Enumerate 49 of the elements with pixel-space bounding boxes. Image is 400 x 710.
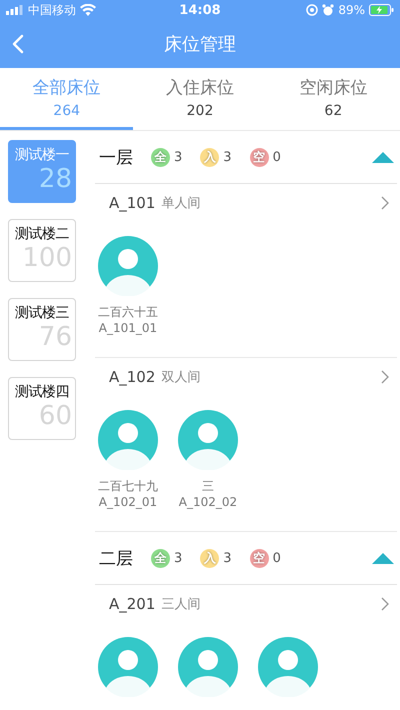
bed-code: A_102_01 [98,495,158,509]
chevron-right-icon[interactable] [381,196,389,210]
stat-count: 0 [272,550,281,566]
resident-name: 二百六十五 [98,304,158,321]
lock-rotation-icon [306,4,318,16]
room-type: 三人间 [161,596,200,612]
page-title: 床位管理 [164,33,236,56]
avatar-icon[interactable] [178,637,238,697]
tab[interactable]: 入住床位 202 [133,68,267,130]
wifi-icon [80,4,96,16]
carrier-name: 中国移动 [28,2,76,18]
stat-count: 3 [223,150,232,164]
battery-percent: 89% [338,3,365,17]
stat-badge: 全 [151,548,170,568]
room-number: A_102 [109,368,156,386]
stat-badge: 入 [200,148,220,166]
avatar-icon[interactable] [98,236,158,296]
collapse-triangle-icon[interactable] [372,552,394,564]
stat-badge: 空 [250,148,269,166]
chevron-right-icon[interactable] [381,596,389,610]
tab[interactable]: 空闲床位 62 [266,68,400,130]
chevron-right-icon[interactable] [381,370,389,384]
avatar-icon[interactable] [98,410,158,470]
room-type: 单人间 [161,194,200,212]
signal-icon [6,5,24,15]
stat-count: 3 [223,550,232,566]
room-number: A_201 [109,594,156,612]
bed-code: A_101_01 [98,321,158,335]
avatar-icon[interactable] [98,637,158,697]
stat-count: 3 [174,550,182,566]
resident-name: 二百七十九 [98,478,158,495]
back-icon[interactable] [12,34,24,54]
battery-charging-icon [368,4,394,16]
floor-title: 二层 [99,548,133,570]
room-number: A_101 [109,194,156,212]
stat-count: 0 [272,150,281,164]
resident-name: 三 [202,478,214,495]
avatar-icon[interactable] [178,410,238,470]
stat-badge: 全 [151,148,170,166]
alarm-icon [322,4,334,16]
room-type: 双人间 [161,368,200,386]
collapse-triangle-icon[interactable] [372,152,394,162]
bed-code: A_102_02 [178,495,238,509]
stat-badge: 入 [200,548,220,568]
status-time: 14:08 [179,2,221,18]
stat-count: 3 [174,150,182,164]
stat-badge: 空 [250,548,269,568]
floor-title: 一层 [99,146,133,168]
avatar-icon[interactable] [258,637,318,697]
